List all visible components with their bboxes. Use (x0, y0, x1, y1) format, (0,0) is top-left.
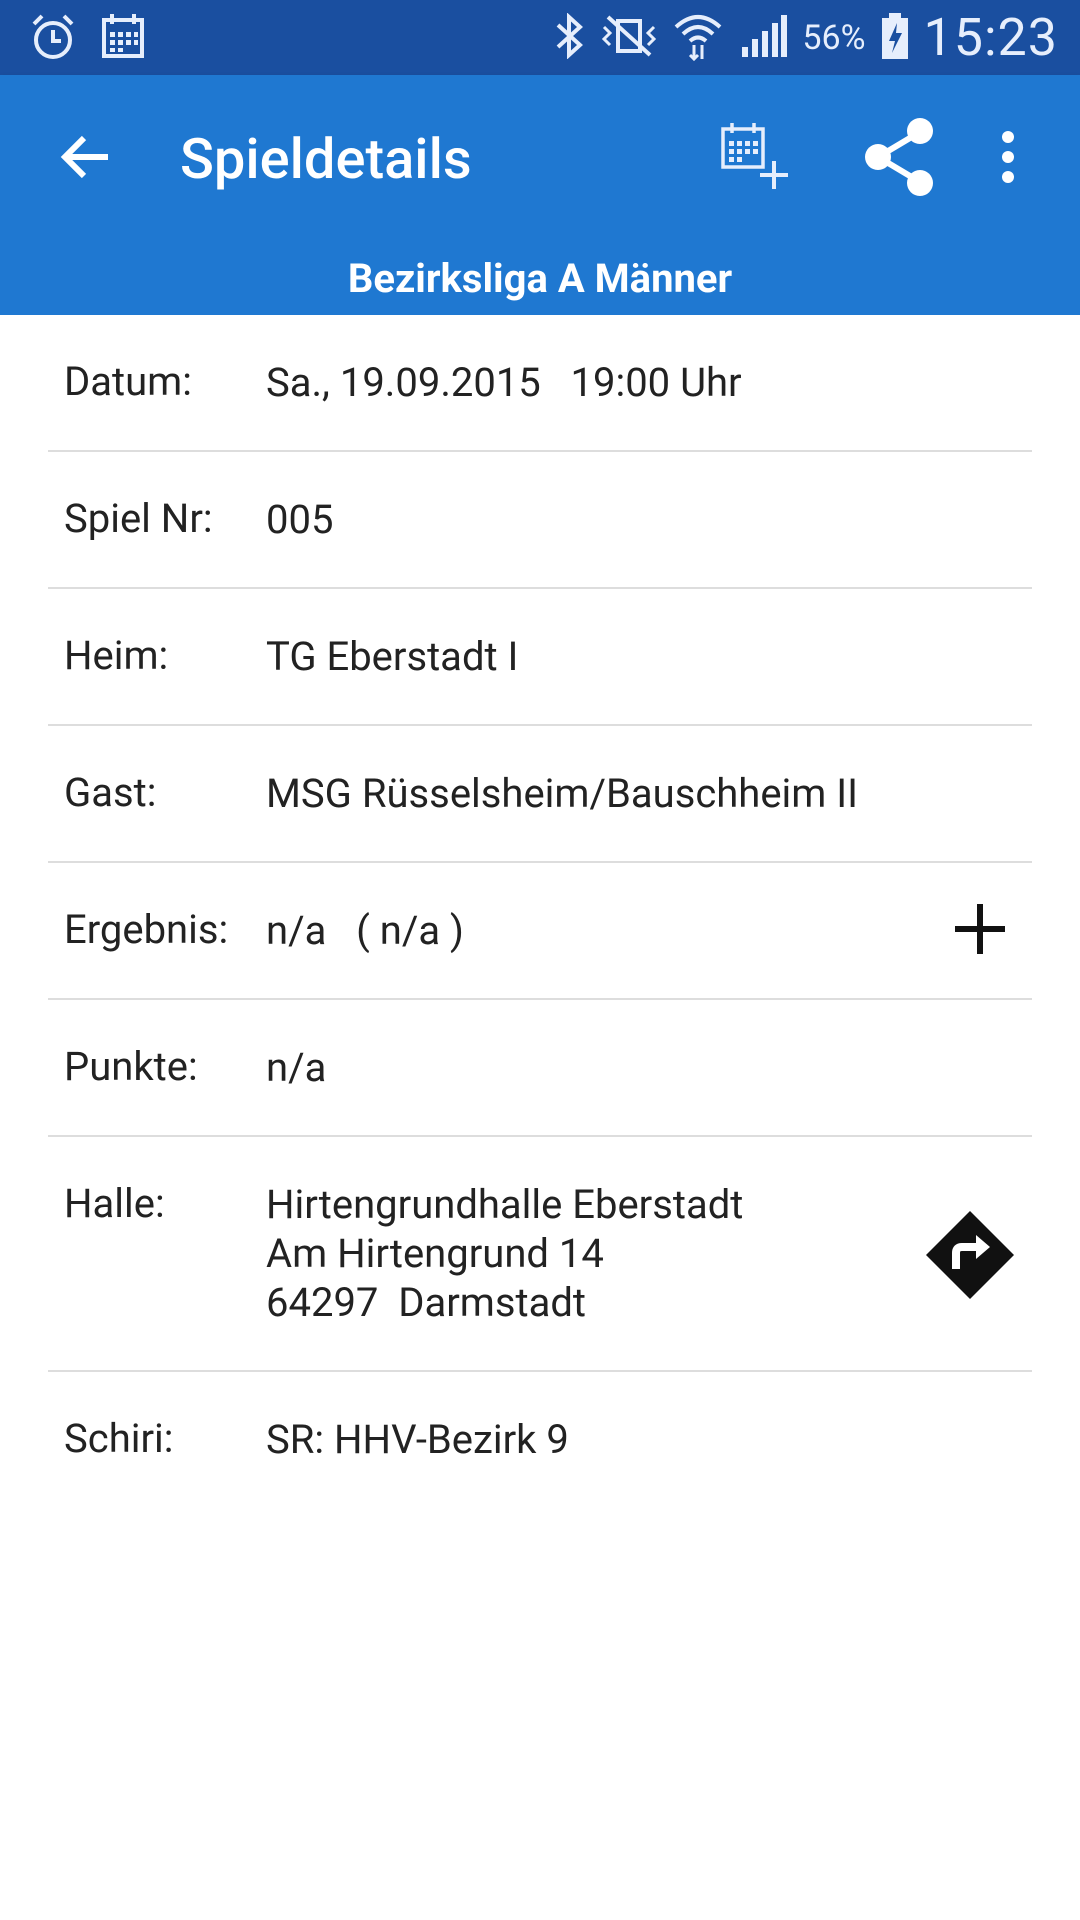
add-result-button[interactable] (940, 895, 1020, 967)
share-button[interactable] (852, 75, 948, 243)
schiri-value: SR: HHV-Bezirk 9 (266, 1416, 569, 1463)
detail-row-schiri: Schiri: SR: HHV-Bezirk 9 (48, 1372, 1032, 1509)
calendar-add-icon (720, 121, 792, 197)
cell-signal-icon (738, 13, 788, 63)
calendar-icon (100, 12, 146, 66)
gast-label: Gast: (64, 769, 157, 816)
punkte-label: Punkte: (64, 1043, 198, 1090)
detail-row-ergebnis: Ergebnis: n/a ( n/a ) (48, 863, 1032, 1000)
datum-value: Sa., 19.09.2015 19:00 Uhr (266, 359, 742, 406)
halle-name: Hirtengrundhalle Eberstadt (266, 1181, 744, 1228)
battery-percent: 56% (802, 17, 866, 58)
page-title: Spieldetails (180, 126, 472, 192)
datum-label: Datum: (64, 358, 192, 405)
ergebnis-label: Ergebnis: (64, 906, 229, 953)
punkte-value: n/a (266, 1044, 327, 1091)
directions-icon (924, 1209, 1016, 1305)
halle-label: Halle: (64, 1180, 165, 1227)
detail-row-halle: Halle: Hirtengrundhalle Eberstadt Am Hir… (48, 1137, 1032, 1372)
match-details-list: Datum: Sa., 19.09.2015 19:00 Uhr Spiel N… (48, 315, 1032, 1509)
detail-row-datum: Datum: Sa., 19.09.2015 19:00 Uhr (48, 315, 1032, 452)
share-icon (862, 116, 938, 202)
alarm-clock-icon (30, 12, 76, 66)
battery-charging-icon (880, 11, 910, 65)
detail-row-punkte: Punkte: n/a (48, 1000, 1032, 1137)
back-button[interactable] (40, 75, 130, 243)
overflow-menu-icon (1001, 131, 1015, 187)
spiel-nr-label: Spiel Nr: (64, 495, 213, 542)
heim-value: TG Eberstadt I (266, 633, 519, 680)
bluetooth-icon (552, 11, 586, 63)
vibrate-mute-icon (600, 13, 658, 63)
status-bar: 56% 15:23 (0, 0, 1080, 75)
wifi-icon (672, 11, 724, 65)
ergebnis-value: n/a ( n/a ) (266, 907, 464, 954)
heim-label: Heim: (64, 632, 169, 679)
status-icons: 56% 15:23 (552, 0, 1058, 75)
spiel-nr-value: 005 (266, 496, 334, 543)
directions-button[interactable] (920, 1207, 1020, 1307)
league-header: Bezirksliga A Männer (0, 243, 1080, 315)
app-bar: Spieldetails (0, 75, 1080, 243)
back-arrow-icon (58, 133, 112, 185)
detail-row-heim: Heim: TG Eberstadt I (48, 589, 1032, 726)
detail-row-gast: Gast: MSG Rüsselsheim/Bauschheim II (48, 726, 1032, 863)
halle-city: 64297 Darmstadt (266, 1279, 587, 1326)
overflow-menu-button[interactable] (980, 75, 1036, 243)
halle-address: Hirtengrundhalle Eberstadt Am Hirtengrun… (266, 1180, 743, 1327)
gast-value: MSG Rüsselsheim/Bauschheim II (266, 770, 859, 817)
halle-street: Am Hirtengrund 14 (266, 1230, 604, 1277)
clock: 15:23 (923, 7, 1058, 68)
detail-row-spiel-nr: Spiel Nr: 005 (48, 452, 1032, 589)
plus-icon (953, 902, 1007, 960)
schiri-label: Schiri: (64, 1415, 174, 1462)
add-to-calendar-button[interactable] (708, 75, 804, 243)
